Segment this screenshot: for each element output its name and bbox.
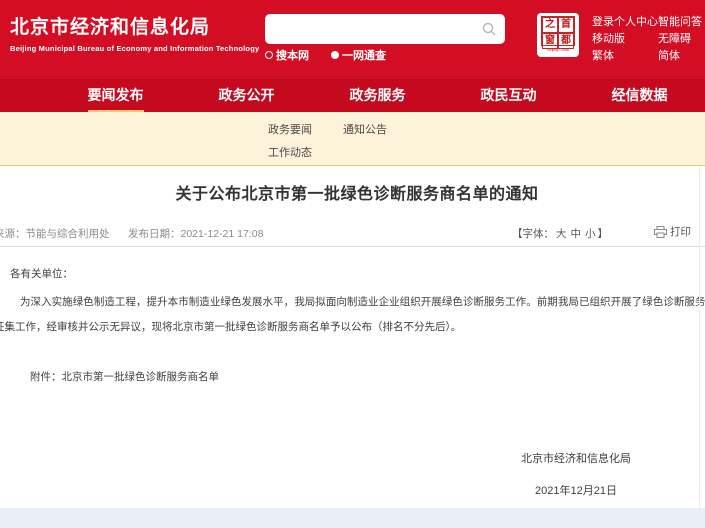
submenu-item-work-updates[interactable]: 工作动态 [268,144,312,160]
page: 北京市经济和信息化局 Beijing Municipal Bureau of E… [0,0,705,528]
radio-unselected-icon[interactable] [265,51,273,59]
link-mobile-version[interactable]: 移动版 [592,31,658,48]
nav-item-gov-services[interactable]: 政务服务 [312,80,443,112]
search-box[interactable] [265,14,505,44]
site-brand[interactable]: 北京市经济和信息化局 Beijing Municipal Bureau of E… [10,16,259,53]
article-content-area: 关于公布北京市第一批绿色诊断服务商名单的通知 来源：节能与综合利用处 发布日期：… [0,166,705,508]
signature-organization: 北京市经济和信息化局 [456,450,696,466]
scope-option-network[interactable]: 一网通查 [331,47,386,63]
source-field: 来源：节能与综合利用处 [0,226,110,241]
seal-caption: Beijing-China [543,46,574,52]
publish-date-value: 2021-12-21 17:08 [181,228,264,240]
nav-item-economy-data[interactable]: 经信数据 [574,80,705,112]
submenu-panel: 政务要闻 通知公告 工作动态 [0,112,705,166]
nav-item-label: 政务公开 [219,79,275,113]
nav-item-label: 经信数据 [612,79,668,113]
printer-icon [654,226,667,238]
salutation: 各有关单位： [10,266,73,281]
quick-links-column-1: 登录个人中心 移动版 繁体 [592,14,658,65]
source-value: 节能与综合利用处 [26,228,110,240]
publish-date-field: 发布日期：2021-12-21 17:08 [128,226,263,241]
link-smart-qa[interactable]: 智能问答 [658,14,702,31]
submenu-item-notices[interactable]: 通知公告 [343,121,387,137]
search-icon[interactable] [481,21,497,37]
font-size-small-button[interactable]: 小 [583,228,598,240]
search-input[interactable] [275,16,475,42]
article-body: 为深入实施绿色制造工程，提升本市制造业绿色发展水平，我局拟面向制造业企业组织开展… [0,290,705,340]
meta-divider [0,246,705,247]
article-meta-row: 来源：节能与综合利用处 发布日期：2021-12-21 17:08 【字体：大中… [0,226,705,242]
masthead: 北京市经济和信息化局 Beijing Municipal Bureau of E… [0,0,705,80]
quick-links-column-2: 智能问答 无障碍 简体 [658,14,702,65]
submenu-item-gov-news[interactable]: 政务要闻 [268,121,312,137]
nav-item-gov-openness[interactable]: 政务公开 [181,80,312,112]
font-size-label: 【字体： [512,228,554,240]
article: 关于公布北京市第一批绿色诊断服务商名单的通知 来源：节能与综合利用处 发布日期：… [0,166,705,204]
signature-date: 2021年12月21日 [456,482,696,498]
seal-char: 首 [558,17,574,33]
scope-option-site[interactable]: 搜本网 [265,47,309,63]
attachment-link[interactable]: 附件：北京市第一批绿色诊断服务商名单 [30,369,219,384]
scope-option-label: 一网通查 [342,47,386,63]
link-login-personal-center[interactable]: 登录个人中心 [592,14,658,31]
scope-option-label: 搜本网 [276,47,309,63]
nav-item-label: 要闻发布 [88,79,144,113]
source-label: 来源： [0,228,26,240]
site-title: 北京市经济和信息化局 [10,16,259,40]
nav-item-public-interaction[interactable]: 政民互动 [443,80,574,112]
font-size-control: 【字体：大中小】 [512,226,608,241]
search-scope-row: 搜本网 一网通查 [265,47,386,63]
nav-item-news-release[interactable]: 要闻发布 [50,80,181,112]
font-size-large-button[interactable]: 大 [554,228,569,240]
capital-window-logo[interactable]: 之 首 窗 都 Beijing-China [537,13,579,57]
font-size-label-close: 】 [598,228,609,240]
nav-item-label: 政务服务 [350,79,406,113]
page-title: 关于公布北京市第一批绿色诊断服务商名单的通知 [0,180,705,204]
font-size-medium-button[interactable]: 中 [569,228,584,240]
print-label: 打印 [670,224,691,239]
capital-window-seal-icon: 之 首 窗 都 [541,16,575,46]
link-traditional-chinese[interactable]: 繁体 [592,48,658,65]
print-button[interactable]: 打印 [654,224,691,239]
nav-item-label: 政民互动 [481,79,537,113]
site-subtitle: Beijing Municipal Bureau of Economy and … [10,44,259,53]
link-accessibility[interactable]: 无障碍 [658,31,702,48]
content-right-border [699,166,700,508]
radio-selected-icon[interactable] [331,51,339,59]
main-nav: 要闻发布 政务公开 政务服务 政民互动 经信数据 [0,80,705,112]
link-simplified-chinese[interactable]: 简体 [658,48,702,65]
publish-date-label: 发布日期： [128,228,181,240]
seal-char: 之 [542,17,558,33]
footer-strip [0,508,705,528]
